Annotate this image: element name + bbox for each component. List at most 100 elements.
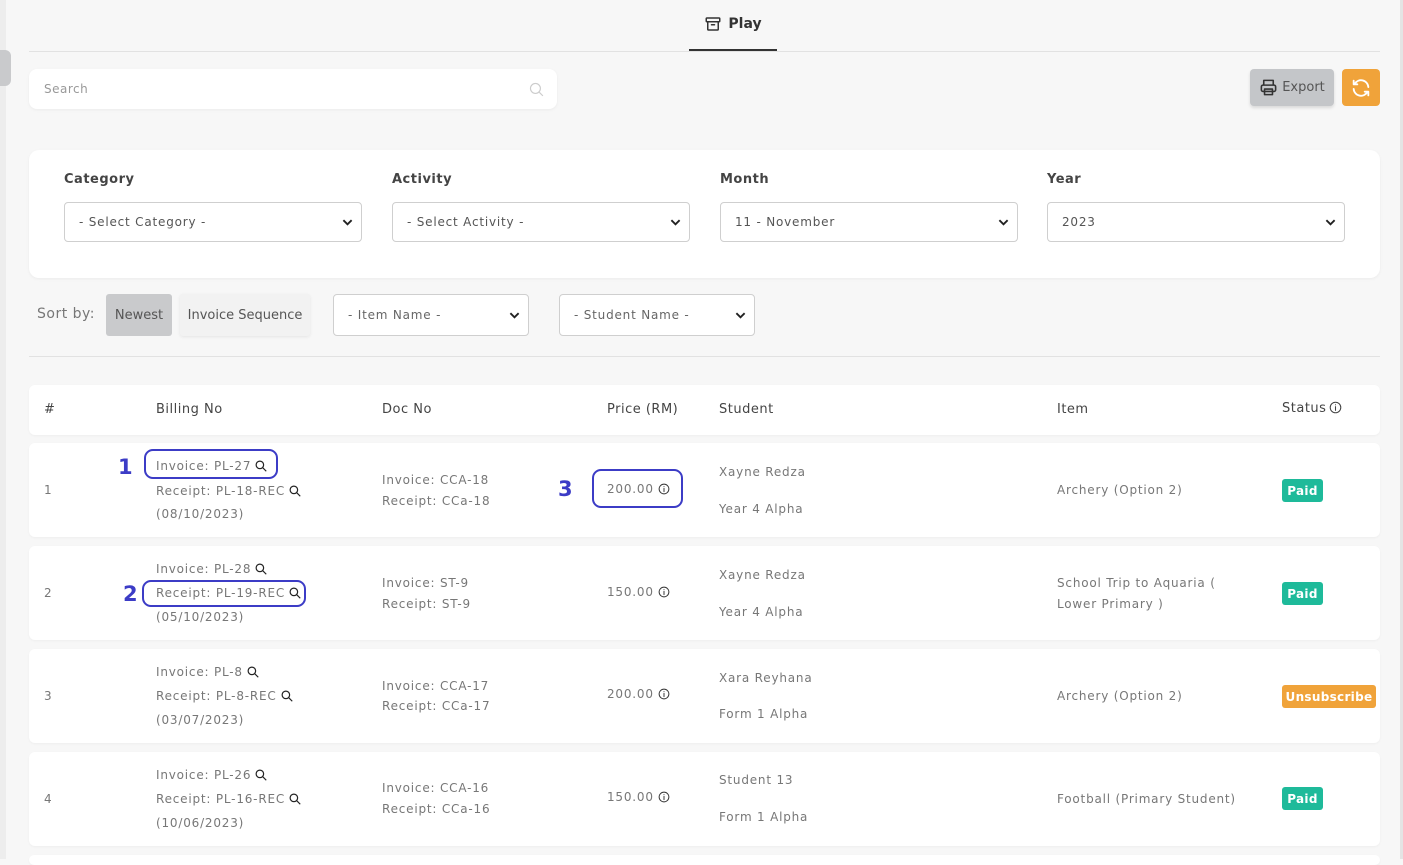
export-button[interactable]: Export <box>1250 69 1334 106</box>
student-class: Form 1 Alpha <box>719 810 809 824</box>
billing-receipt-text: Receipt: PL-16-REC <box>156 792 286 806</box>
export-label: Export <box>1282 80 1325 95</box>
month-filter: Month 11 - November <box>720 172 1018 242</box>
chevron-down-icon <box>735 312 746 319</box>
item-name-select[interactable]: - Item Name - <box>333 294 529 336</box>
doc-receipt: Receipt: CCa-18 <box>382 494 491 508</box>
sidebar-toggle-handle[interactable] <box>0 50 11 86</box>
billing-invoice[interactable]: Invoice: PL-26 <box>156 768 267 782</box>
student-class: Form 1 Alpha <box>719 707 809 721</box>
table-header: # Billing No Doc No Price (RM) Student I… <box>29 385 1380 435</box>
status-badge: Paid <box>1282 582 1323 605</box>
year-filter: Year 2023 <box>1047 172 1345 242</box>
search-icon[interactable] <box>528 81 545 98</box>
item-name: Football (Primary Student) <box>1057 792 1236 806</box>
billing-receipt[interactable]: Receipt: PL-8-REC <box>156 689 293 703</box>
annotation-number-2: 2 <box>123 582 138 606</box>
billing-receipt-text: Receipt: PL-8-REC <box>156 689 277 703</box>
billing-date: (08/10/2023) <box>156 507 245 521</box>
student-name-select[interactable]: - Student Name - <box>559 294 755 336</box>
student-name: Xara Reyhana <box>719 671 813 685</box>
info-icon[interactable] <box>658 586 670 598</box>
magnifier-icon[interactable] <box>247 666 259 678</box>
search-input[interactable] <box>29 69 529 109</box>
doc-invoice: Invoice: CCA-18 <box>382 473 490 487</box>
header-status-label: Status <box>1282 401 1327 416</box>
row-index: 4 <box>44 792 53 806</box>
header-status: Status <box>1282 401 1342 416</box>
header-student: Student <box>719 402 774 417</box>
price-value: 150.00 <box>607 790 654 804</box>
billing-invoice[interactable]: Invoice: PL-8 <box>156 665 259 679</box>
student-name: Student 13 <box>719 773 794 787</box>
category-select[interactable]: - Select Category - <box>64 202 362 242</box>
doc-invoice: Invoice: CCA-17 <box>382 679 490 693</box>
student-class: Year 4 Alpha <box>719 605 804 619</box>
info-icon[interactable] <box>1329 401 1342 414</box>
activity-select[interactable]: - Select Activity - <box>392 202 690 242</box>
header-billing-no: Billing No <box>156 402 223 417</box>
header-item: Item <box>1057 402 1089 417</box>
billing-date: (05/10/2023) <box>156 610 245 624</box>
refresh-button[interactable] <box>1342 69 1380 106</box>
chevron-down-icon <box>998 219 1009 226</box>
month-select[interactable]: 11 - November <box>720 202 1018 242</box>
category-filter: Category - Select Category - <box>64 172 362 242</box>
tab-play[interactable]: Play <box>689 0 777 51</box>
item-name: School Trip to Aquaria ( <box>1057 576 1216 590</box>
table-row[interactable]: 4 Invoice: PL-26 Receipt: PL-16-REC (10/… <box>29 752 1380 846</box>
left-edge <box>0 0 6 859</box>
activity-filter: Activity - Select Activity - <box>392 172 690 242</box>
price-value: 150.00 <box>607 585 654 599</box>
student-name: Xayne Redza <box>719 465 806 479</box>
sort-label: Sort by: <box>37 306 96 322</box>
billing-receipt-text: Receipt: PL-18-REC <box>156 484 286 498</box>
chevron-down-icon <box>1325 219 1336 226</box>
year-select[interactable]: 2023 <box>1047 202 1345 242</box>
magnifier-icon[interactable] <box>255 563 267 575</box>
magnifier-icon[interactable] <box>281 690 293 702</box>
table-row[interactable]: 3 Invoice: PL-8 Receipt: PL-8-REC (03/07… <box>29 649 1380 743</box>
month-label: Month <box>720 172 770 187</box>
highlight-box-3 <box>592 469 683 508</box>
sort-newest-button[interactable]: Newest <box>106 294 172 336</box>
magnifier-icon[interactable] <box>289 485 301 497</box>
category-value: - Select Category - <box>79 215 207 229</box>
archive-icon <box>705 16 721 31</box>
annotation-number-3: 3 <box>558 477 573 501</box>
activity-label: Activity <box>392 172 453 187</box>
sort-bar: Sort by: Newest Invoice Sequence - Item … <box>29 294 1380 336</box>
info-icon[interactable] <box>658 688 670 700</box>
magnifier-icon[interactable] <box>289 793 301 805</box>
billing-invoice[interactable]: Invoice: PL-28 <box>156 562 267 576</box>
refresh-icon <box>1352 78 1370 97</box>
price-cell: 150.00 <box>607 585 670 599</box>
billing-invoice-text: Invoice: PL-26 <box>156 768 252 782</box>
item-name: Archery (Option 2) <box>1057 689 1183 703</box>
highlight-box-1 <box>144 449 278 479</box>
row-index: 2 <box>44 586 53 600</box>
header-doc-no: Doc No <box>382 402 432 417</box>
magnifier-icon[interactable] <box>255 769 267 781</box>
category-label: Category <box>64 172 135 187</box>
month-value: 11 - November <box>735 215 836 229</box>
billing-invoice-text: Invoice: PL-28 <box>156 562 252 576</box>
billing-receipt[interactable]: Receipt: PL-18-REC <box>156 484 301 498</box>
table-row[interactable] <box>29 855 1380 865</box>
row-index: 1 <box>44 483 53 497</box>
student-name-value: - Student Name - <box>574 308 690 322</box>
highlight-box-2 <box>142 580 306 607</box>
info-icon[interactable] <box>658 791 670 803</box>
price-cell: 200.00 <box>607 687 670 701</box>
doc-invoice: Invoice: CCA-16 <box>382 781 490 795</box>
billing-date: (03/07/2023) <box>156 713 245 727</box>
divider <box>29 356 1380 357</box>
printer-icon <box>1260 79 1277 96</box>
billing-receipt[interactable]: Receipt: PL-16-REC <box>156 792 301 806</box>
chevron-down-icon <box>509 312 520 319</box>
doc-receipt: Receipt: CCa-16 <box>382 802 491 816</box>
status-badge: Paid <box>1282 787 1323 810</box>
sort-invoice-sequence-button[interactable]: Invoice Sequence <box>180 294 310 336</box>
year-label: Year <box>1047 172 1082 187</box>
header-price: Price (RM) <box>607 402 679 417</box>
